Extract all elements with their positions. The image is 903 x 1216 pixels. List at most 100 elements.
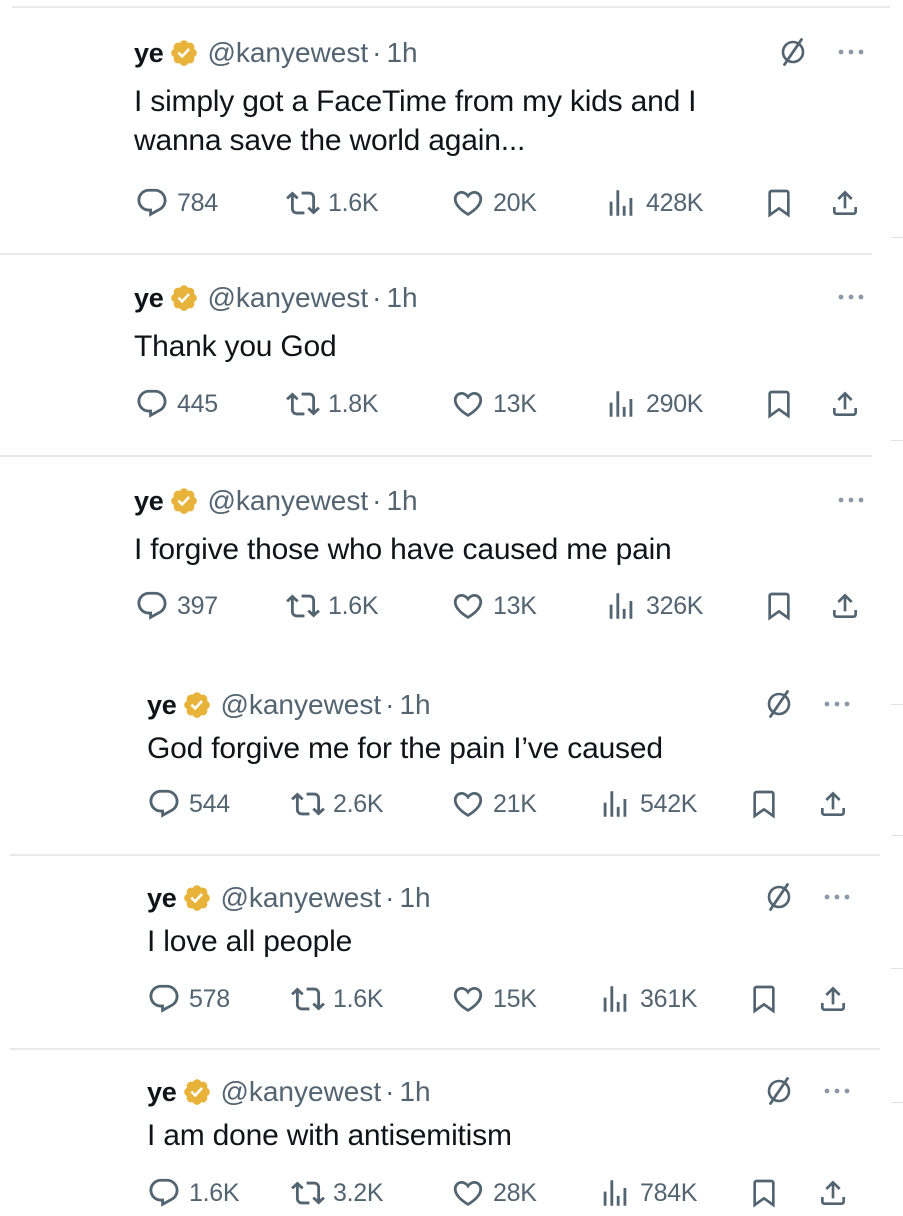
more-icon[interactable]: [834, 42, 868, 62]
display-name[interactable]: ye: [147, 1077, 177, 1108]
reply-count: 578: [189, 984, 230, 1013]
timestamp[interactable]: 1h: [386, 37, 417, 69]
more-icon[interactable]: [834, 490, 868, 510]
share-icon: [821, 1180, 845, 1205]
slash-circle-icon: [764, 689, 794, 719]
more-icon[interactable]: [820, 1081, 854, 1101]
share-button[interactable]: [817, 982, 849, 1016]
bookmark-button[interactable]: [763, 589, 795, 623]
like-icon: [453, 791, 483, 817]
tweet-header: ye @kanyewest · 1h: [134, 281, 418, 315]
display-name[interactable]: ye: [134, 38, 164, 69]
more-icon[interactable]: [820, 887, 854, 907]
reply-count: 1.6K: [189, 1178, 240, 1207]
repost-icon: [291, 1181, 325, 1205]
repost-button[interactable]: 1.6K: [286, 589, 379, 623]
tweet-divider: [0, 455, 872, 457]
handle[interactable]: @kanyewest: [207, 282, 368, 314]
like-button[interactable]: 13K: [451, 589, 537, 623]
handle[interactable]: @kanyewest: [220, 1076, 381, 1108]
slash-circle-icon: [764, 1076, 794, 1106]
views-icon: [603, 1180, 627, 1206]
like-button[interactable]: 13K: [451, 387, 537, 421]
verified-badge-icon[interactable]: [169, 283, 199, 313]
top-divider: [12, 6, 890, 8]
repost-count: 3.2K: [333, 1178, 384, 1207]
handle[interactable]: @kanyewest: [207, 485, 368, 517]
timestamp[interactable]: 1h: [399, 1076, 430, 1108]
reply-count: 397: [177, 591, 218, 620]
more-icon[interactable]: [834, 287, 868, 307]
views-icon: [609, 391, 633, 417]
views-button[interactable]: 290K: [604, 387, 703, 421]
bookmark-button[interactable]: [748, 787, 780, 821]
repost-button[interactable]: 1.6K: [291, 982, 384, 1016]
share-button[interactable]: [829, 186, 861, 220]
reply-button[interactable]: 445: [135, 387, 218, 421]
bookmark-button[interactable]: [748, 1176, 780, 1210]
views-button[interactable]: 784K: [598, 1176, 697, 1210]
tweet[interactable]: ye @kanyewest · 1h God forgive me for th…: [0, 688, 903, 827]
tweet-header: ye @kanyewest · 1h: [147, 881, 431, 915]
display-name[interactable]: ye: [134, 283, 164, 314]
like-button[interactable]: 15K: [451, 982, 537, 1016]
repost-button[interactable]: 2.6K: [291, 787, 384, 821]
repost-icon: [286, 392, 320, 416]
tweet[interactable]: ye @kanyewest · 1h I love all people 578…: [0, 881, 903, 1022]
dot-separator: ·: [372, 282, 382, 313]
like-button[interactable]: 20K: [451, 186, 537, 220]
tweet-text: God forgive me for the pain I’ve caused: [147, 732, 663, 765]
reply-button[interactable]: 784: [135, 186, 218, 220]
reply-button[interactable]: 397: [135, 589, 218, 623]
timestamp[interactable]: 1h: [399, 689, 430, 721]
verified-badge-icon[interactable]: [169, 486, 199, 516]
views-button[interactable]: 542K: [598, 787, 697, 821]
share-icon: [833, 391, 857, 416]
timestamp[interactable]: 1h: [399, 882, 430, 914]
share-button[interactable]: [817, 787, 849, 821]
tweet[interactable]: ye @kanyewest · 1h I simply got a FaceTi…: [0, 36, 903, 226]
share-button[interactable]: [817, 1176, 849, 1210]
repost-button[interactable]: 1.8K: [286, 387, 379, 421]
display-name[interactable]: ye: [147, 690, 177, 721]
tweet[interactable]: ye @kanyewest · 1h Thank you God 445 1.8…: [0, 281, 903, 427]
reply-button[interactable]: 544: [147, 787, 230, 821]
share-button[interactable]: [829, 387, 861, 421]
reply-button[interactable]: 578: [147, 982, 230, 1016]
edge-tick: [891, 835, 903, 836]
handle[interactable]: @kanyewest: [220, 689, 381, 721]
reply-icon: [137, 188, 167, 217]
verified-badge-icon[interactable]: [169, 38, 199, 68]
timestamp[interactable]: 1h: [386, 485, 417, 517]
tweet-header: ye @kanyewest · 1h: [134, 484, 418, 518]
tweet[interactable]: ye @kanyewest · 1h I forgive those who h…: [0, 484, 903, 629]
tweet-divider: [10, 1048, 880, 1050]
like-button[interactable]: 21K: [451, 787, 537, 821]
dot-separator: ·: [385, 1076, 395, 1107]
repost-button[interactable]: 1.6K: [286, 186, 379, 220]
views-button[interactable]: 428K: [604, 186, 703, 220]
bookmark-button[interactable]: [748, 982, 780, 1016]
like-button[interactable]: 28K: [451, 1176, 537, 1210]
more-icon[interactable]: [820, 694, 854, 714]
views-count: 290K: [646, 389, 704, 418]
views-count: 542K: [640, 789, 698, 818]
verified-badge-icon[interactable]: [182, 883, 212, 913]
handle[interactable]: @kanyewest: [207, 37, 368, 69]
timestamp[interactable]: 1h: [386, 282, 417, 314]
views-button[interactable]: 326K: [604, 589, 703, 623]
share-button[interactable]: [829, 589, 861, 623]
handle[interactable]: @kanyewest: [220, 882, 381, 914]
bookmark-button[interactable]: [763, 186, 795, 220]
tweet[interactable]: ye @kanyewest · 1h I am done with antise…: [0, 1075, 903, 1216]
views-button[interactable]: 361K: [598, 982, 697, 1016]
verified-badge-icon[interactable]: [182, 690, 212, 720]
bookmark-button[interactable]: [763, 387, 795, 421]
reply-button[interactable]: 1.6K: [147, 1176, 240, 1210]
repost-button[interactable]: 3.2K: [291, 1176, 384, 1210]
display-name[interactable]: ye: [134, 486, 164, 517]
display-name[interactable]: ye: [147, 883, 177, 914]
like-icon: [453, 1180, 483, 1206]
verified-badge-icon[interactable]: [182, 1077, 212, 1107]
tweet-header: ye @kanyewest · 1h: [134, 36, 418, 70]
